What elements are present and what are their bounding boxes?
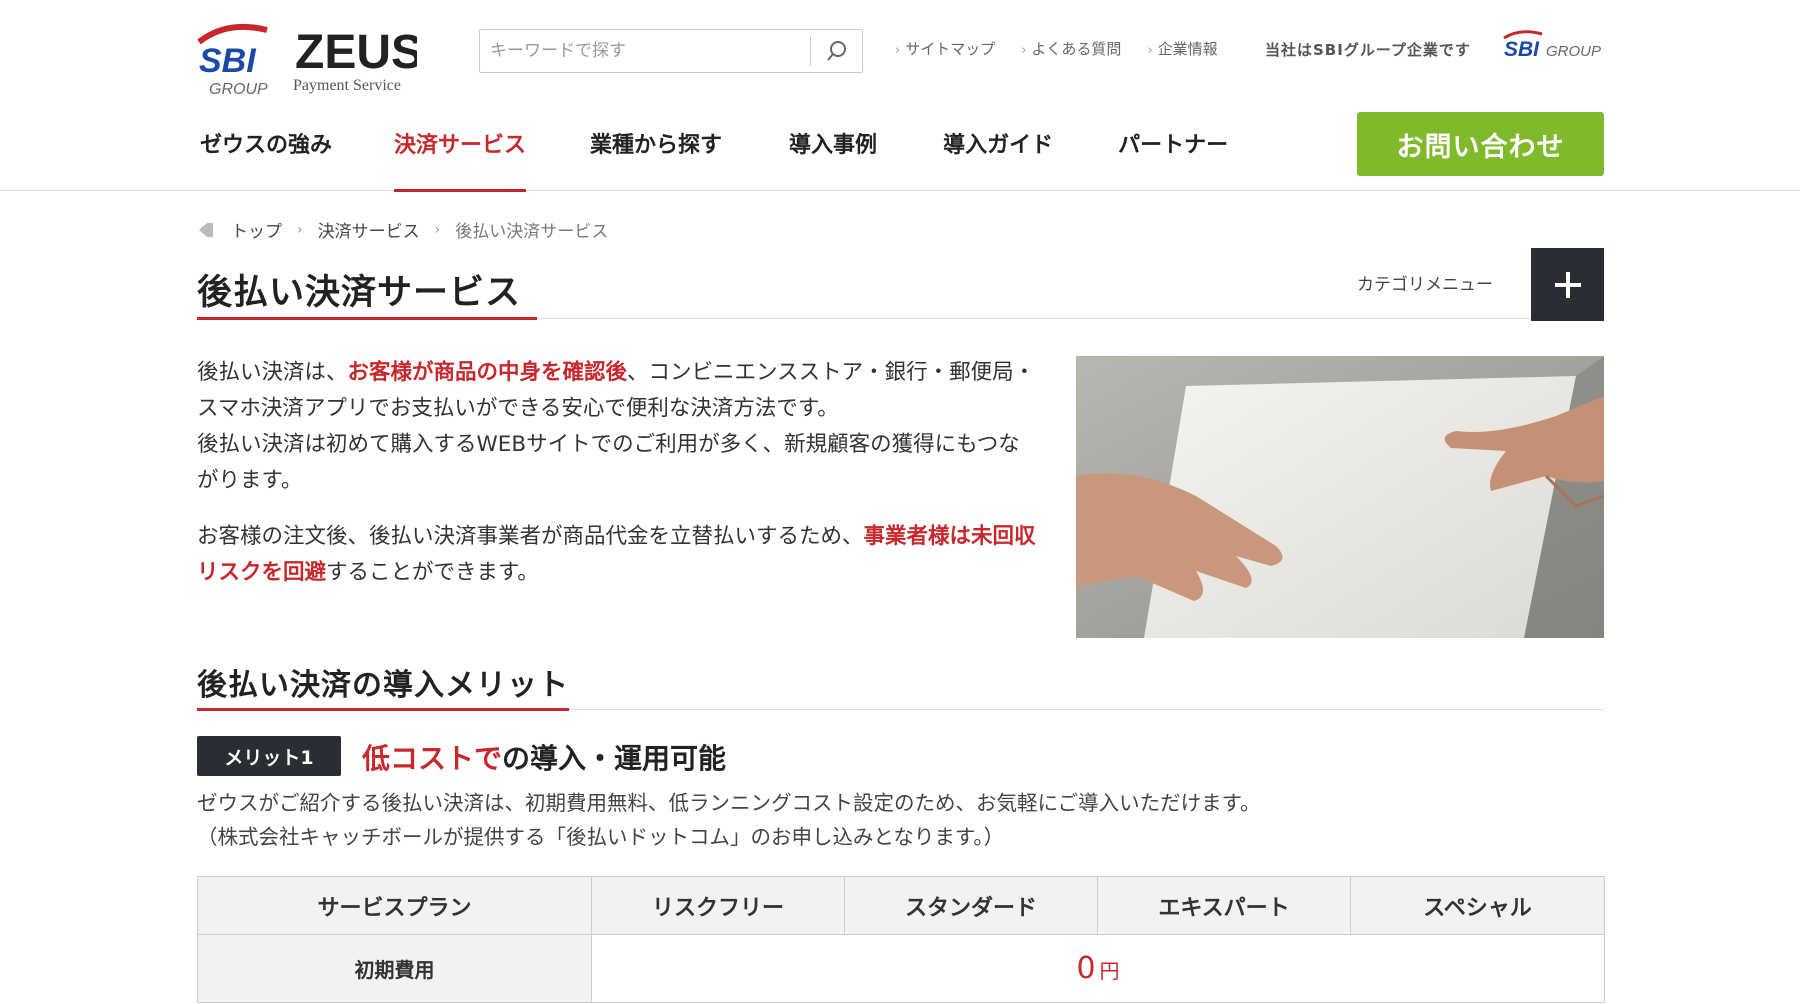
table-header-cell: スペシャル <box>1350 876 1605 935</box>
search-button[interactable] <box>810 36 862 66</box>
sbi-group-logo-group: GROUP <box>1546 43 1601 60</box>
chevron-right-icon: › <box>1021 43 1027 58</box>
sbi-group-logo[interactable]: SBI GROUP <box>1502 30 1604 62</box>
section-underline <box>197 708 569 711</box>
merit-title-rest: の導入・運用可能 <box>502 742 727 775</box>
logo-group-text: GROUP <box>209 81 268 98</box>
category-menu-label: カテゴリメニュー <box>1357 275 1493 295</box>
home-icon[interactable] <box>197 221 215 239</box>
merit-description-line-1: ゼウスがご紹介する後払い決済は、初期費用無料、低ランニングコスト設定のため、お気… <box>197 791 1261 815</box>
hands-holding-parcel-image <box>1076 356 1604 638</box>
chevron-right-icon: › <box>895 43 901 58</box>
breadcrumb-top[interactable]: トップ <box>231 217 282 242</box>
hands-holding-parcel-illustration <box>1076 356 1604 638</box>
table-header-cell: エキスパート <box>1097 876 1351 935</box>
table-header-cell: スタンダード <box>844 876 1098 935</box>
faq-link[interactable]: › よくある質問 <box>1021 38 1121 59</box>
title-underline <box>197 317 537 320</box>
merit-title: 低コストでの導入・運用可能 <box>362 737 726 777</box>
sbi-group-logo-sbi: SBI <box>1504 38 1540 61</box>
merit-description: ゼウスがご紹介する後払い決済は、初期費用無料、低ランニングコスト設定のため、お気… <box>197 786 1261 854</box>
intro-text: 後払い決済は、お客様が商品の中身を確認後、コンビニエンスストア・銀行・郵便局・ス… <box>197 355 1037 611</box>
table-row: 初期費用 0円 <box>197 934 1605 1003</box>
initial-fee-unit: 円 <box>1099 959 1120 983</box>
intro-paragraph-1: 後払い決済は、お客様が商品の中身を確認後、コンビニエンスストア・銀行・郵便局・ス… <box>197 355 1037 499</box>
intro-text-segment: 後払い決済は、 <box>197 360 348 385</box>
logo-sub-text: Payment Service <box>293 77 401 94</box>
breadcrumb-separator: › <box>434 221 441 238</box>
intro-text-segment: 後払い決済は初めて購入するWEBサイトでのご利用が多く、新規顧客の獲得にもつなが… <box>197 432 1020 493</box>
initial-fee-value: 0 <box>1076 951 1096 986</box>
logo-sbi-text: SBI <box>199 42 257 80</box>
breadcrumb-separator: › <box>297 221 303 238</box>
main-nav: ゼウスの強み 決済サービス 業種から探す 導入事例 導入ガイド パートナー <box>200 112 1228 192</box>
intro-text-segment: することができます。 <box>326 560 539 585</box>
nav-item-payment-services[interactable]: 決済サービス <box>394 112 527 192</box>
contact-button[interactable]: お問い合わせ <box>1357 112 1604 176</box>
nav-item-by-industry[interactable]: 業種から探す <box>590 112 722 191</box>
chevron-right-icon: › <box>1147 43 1153 58</box>
logo-zeus-text: ZEUS <box>295 26 417 79</box>
zeus-logo-graphic: SBI GROUP ZEUS Payment Service <box>197 23 423 98</box>
category-menu-button[interactable] <box>1531 248 1604 321</box>
breadcrumb-payment-services[interactable]: 決済サービス <box>318 217 420 242</box>
merit-title-highlight: 低コストで <box>362 742 503 775</box>
plan-table: サービスプラン リスクフリー スタンダード エキスパート スペシャル 初期費用 … <box>197 876 1605 1003</box>
merit-badge: メリット1 <box>197 736 341 776</box>
company-info-link[interactable]: › 企業情報 <box>1147 38 1217 59</box>
breadcrumb: トップ › 決済サービス › 後払い決済サービス <box>197 217 608 242</box>
search-icon <box>826 41 846 61</box>
initial-fee-cell: 0円 <box>591 934 1605 1003</box>
sbi-group-logo-graphic: SBI GROUP <box>1503 30 1601 61</box>
table-header-cell: サービスプラン <box>197 876 592 935</box>
utility-links: › サイトマップ › よくある質問 › 企業情報 <box>895 38 1244 59</box>
table-header-cell: リスクフリー <box>591 876 845 935</box>
faq-link-label: よくある質問 <box>1031 40 1122 58</box>
search-input[interactable] <box>480 30 810 72</box>
intro-text-segment: お客様の注文後、後払い決済事業者が商品代金を立替払いするため、 <box>197 524 864 549</box>
intro-highlight: お客様が商品の中身を確認後 <box>347 360 628 385</box>
company-info-link-label: 企業情報 <box>1157 40 1218 58</box>
search-box <box>479 29 863 73</box>
nav-item-case-studies[interactable]: 導入事例 <box>789 112 877 191</box>
nav-item-strengths[interactable]: ゼウスの強み <box>200 112 332 191</box>
nav-item-partners[interactable]: パートナー <box>1118 112 1228 191</box>
site-header: SBI GROUP ZEUS Payment Service › サイトマップ ›… <box>0 0 1800 192</box>
sbi-group-notice: 当社はSBIグループ企業です <box>1265 41 1471 59</box>
sitemap-link[interactable]: › サイトマップ <box>895 38 995 59</box>
sitemap-link-label: サイトマップ <box>905 40 996 58</box>
zeus-logo[interactable]: SBI GROUP ZEUS Payment Service <box>197 20 423 98</box>
nav-item-guide[interactable]: 導入ガイド <box>943 112 1053 191</box>
intro-paragraph-2: お客様の注文後、後払い決済事業者が商品代金を立替払いするため、事業者様は未回収リ… <box>197 519 1037 591</box>
merit-description-line-2: （株式会社キャッチボールが提供する「後払いドットコム」のお申し込みとなります。） <box>197 825 1005 849</box>
table-header-row: サービスプラン リスクフリー スタンダード エキスパート スペシャル <box>197 876 1605 935</box>
breadcrumb-current: 後払い決済サービス <box>455 222 609 242</box>
plus-icon <box>1554 271 1581 298</box>
merits-section-title: 後払い決済の導入メリット <box>197 668 569 703</box>
table-row-label: 初期費用 <box>197 934 592 1003</box>
page-title: 後払い決済サービス <box>197 273 522 313</box>
